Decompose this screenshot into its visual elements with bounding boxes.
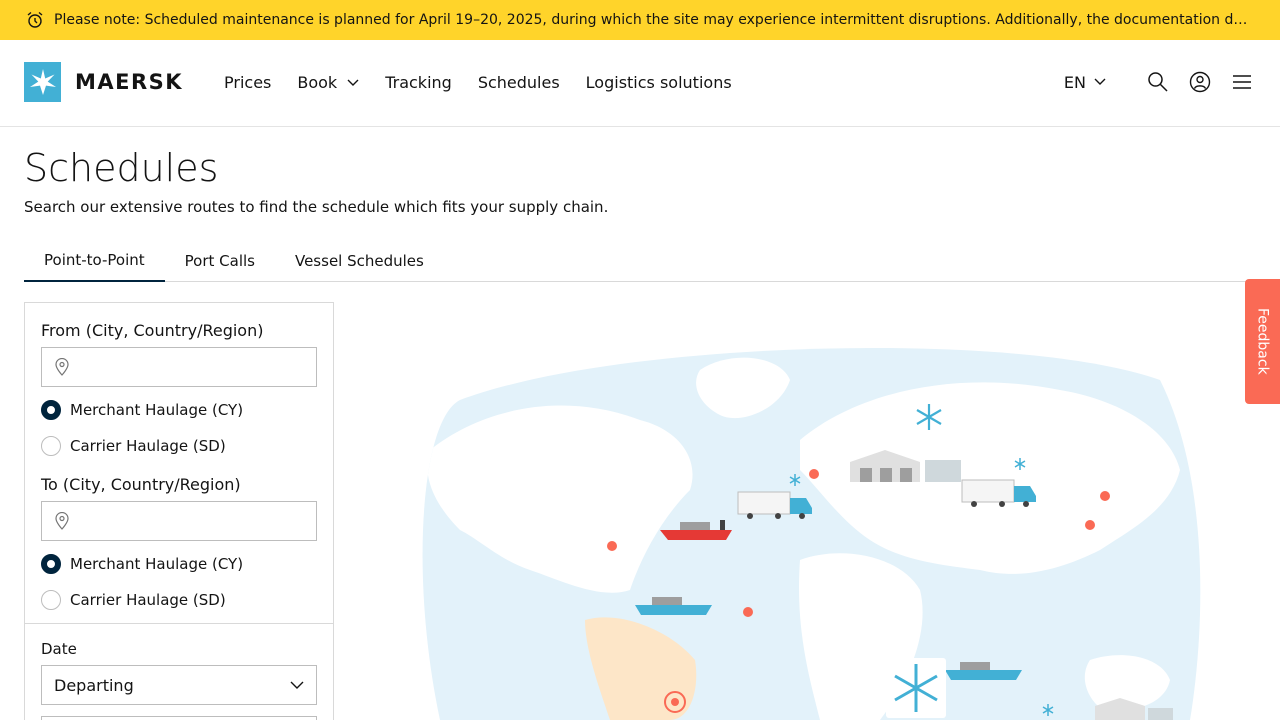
radio-unchecked (41, 590, 61, 610)
search-panel: From (City, Country/Region) Merchant Hau… (24, 302, 334, 720)
logo-wordmark: MAERSK (75, 70, 184, 94)
date-type-value: Departing (54, 675, 134, 695)
nav-schedules-label: Schedules (477, 73, 560, 92)
banner-text: Please note: Scheduled maintenance is pl… (54, 12, 1254, 28)
language-label: EN (1063, 72, 1086, 92)
language-selector[interactable]: EN (1064, 73, 1106, 92)
radio-label: Merchant Haulage (CY) (70, 555, 244, 573)
alarm-clock-icon (27, 11, 43, 28)
search-button[interactable] (1146, 70, 1170, 94)
hamburger-menu-icon (1233, 75, 1251, 89)
location-pin-icon (55, 358, 69, 376)
tab-port-calls[interactable]: Port Calls (165, 240, 275, 282)
account-button[interactable] (1188, 70, 1212, 94)
chevron-down-icon (290, 681, 304, 689)
feedback-label: Feedback (1254, 308, 1271, 375)
feedback-button[interactable]: Feedback (1245, 279, 1280, 404)
port-marker (809, 469, 819, 479)
menu-button[interactable] (1230, 70, 1254, 94)
reefer-snowflake-icon (912, 400, 946, 434)
nav-prices[interactable]: Prices (224, 73, 271, 92)
radio-label: Merchant Haulage (CY) (70, 401, 244, 419)
date-type-select[interactable]: Departing (41, 665, 317, 705)
site-header: MAERSK Prices Book Tracking Schedules Lo… (0, 40, 1280, 127)
nav-book-label: Book (297, 73, 338, 92)
panel-divider (25, 623, 333, 624)
radio-checked (41, 400, 61, 420)
star-logo-icon (24, 62, 61, 102)
nav-logistics-label: Logistics solutions (585, 73, 732, 92)
date-picker-input[interactable] (41, 716, 317, 720)
radio-unchecked (41, 436, 61, 456)
tab-point-to-point[interactable]: Point-to-Point (24, 240, 165, 282)
user-icon (1189, 71, 1211, 93)
radio-label: Carrier Haulage (SD) (70, 437, 226, 455)
tab-vessel-schedules[interactable]: Vessel Schedules (275, 240, 444, 282)
to-input[interactable] (41, 501, 317, 541)
tab-label: Vessel Schedules (294, 252, 424, 270)
maersk-logo[interactable]: MAERSK (24, 62, 183, 102)
nav-book[interactable]: Book (297, 73, 359, 92)
maintenance-banner: Please note: Scheduled maintenance is pl… (0, 0, 1280, 40)
nav-tracking[interactable]: Tracking (385, 73, 452, 92)
chevron-down-icon (347, 79, 359, 86)
location-pin-icon (55, 512, 69, 530)
world-map-illustration (422, 347, 1201, 720)
from-label: From (City, Country/Region) (41, 321, 264, 340)
to-merchant-haulage-radio[interactable]: Merchant Haulage (CY) (41, 554, 243, 574)
main-nav: Prices Book Tracking Schedules Logistics… (224, 73, 758, 92)
page-title: Schedules (24, 146, 219, 190)
date-label: Date (41, 640, 77, 658)
tab-label: Port Calls (184, 252, 255, 270)
search-icon (1148, 72, 1168, 92)
port-marker (1100, 491, 1110, 501)
from-merchant-haulage-radio[interactable]: Merchant Haulage (CY) (41, 400, 243, 420)
header-tools: EN (1064, 70, 1254, 94)
from-carrier-haulage-radio[interactable]: Carrier Haulage (SD) (41, 436, 226, 456)
radio-checked (41, 554, 61, 574)
nav-logistics-solutions[interactable]: Logistics solutions (586, 73, 732, 92)
from-input[interactable] (41, 347, 317, 387)
port-marker (743, 607, 753, 617)
port-marker (1085, 520, 1095, 530)
to-label: To (City, Country/Region) (41, 475, 241, 494)
nav-tracking-label: Tracking (385, 73, 452, 92)
nav-prices-label: Prices (224, 73, 272, 92)
page-subtitle: Search our extensive routes to find the … (24, 198, 609, 216)
schedule-tabs: Point-to-Point Port Calls Vessel Schedul… (24, 240, 1280, 282)
to-carrier-haulage-radio[interactable]: Carrier Haulage (SD) (41, 590, 226, 610)
tab-label: Point-to-Point (44, 251, 145, 269)
radio-label: Carrier Haulage (SD) (70, 591, 226, 609)
nav-schedules[interactable]: Schedules (478, 73, 560, 92)
chevron-down-icon (1094, 78, 1106, 85)
port-marker (607, 541, 617, 551)
reefer-snowflake-icon (886, 658, 946, 718)
